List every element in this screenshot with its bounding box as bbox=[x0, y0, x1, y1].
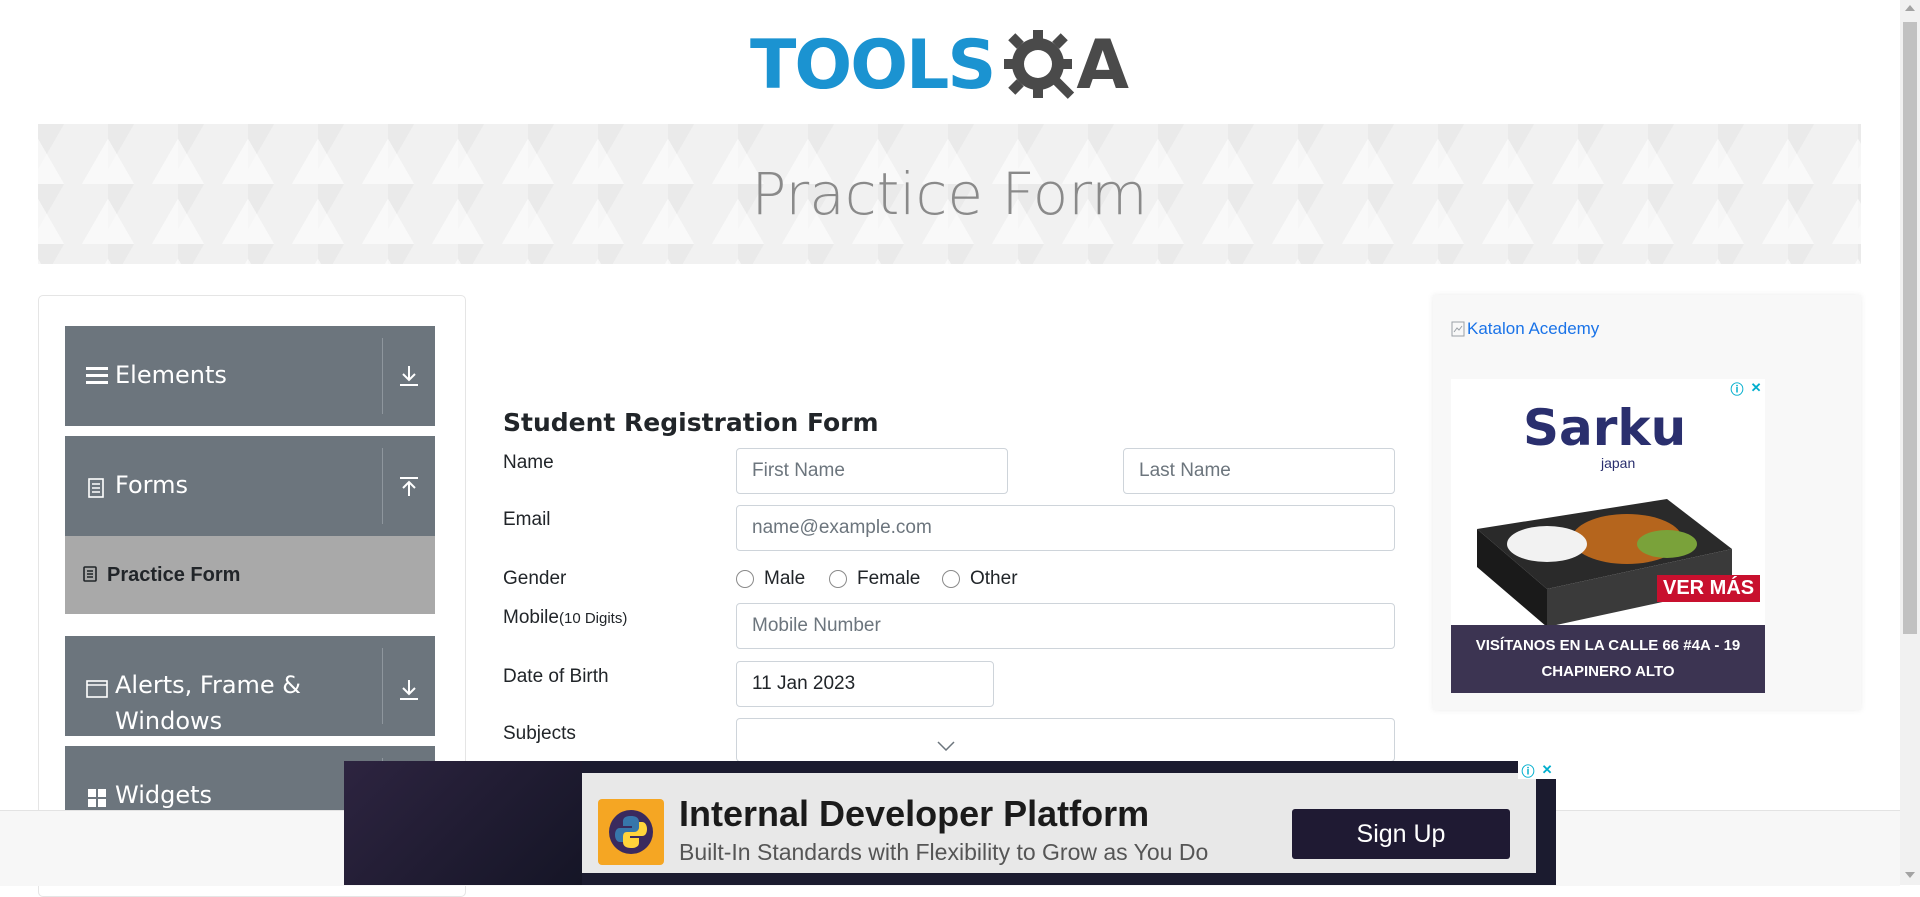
window-icon bbox=[86, 680, 108, 698]
divider bbox=[382, 648, 383, 724]
ad-choices[interactable]: ⓘ ✕ bbox=[1518, 761, 1556, 779]
subjects-label: Subjects bbox=[503, 723, 576, 744]
mobile-label: Mobile(10 Digits) bbox=[503, 607, 627, 629]
sarku-brand-sub: japan bbox=[1601, 455, 1636, 471]
radio-label: Male bbox=[764, 568, 806, 589]
chevron-down-icon bbox=[937, 741, 955, 751]
form-icon bbox=[83, 566, 97, 582]
dob-label: Date of Birth bbox=[503, 666, 609, 687]
katalon-ad-alt: Katalon Acedemy bbox=[1467, 319, 1600, 338]
email-input[interactable] bbox=[736, 505, 1395, 551]
first-name-input[interactable] bbox=[736, 448, 1008, 494]
ad-info-icon[interactable]: ⓘ bbox=[1522, 761, 1535, 780]
ad-close-icon[interactable]: ✕ bbox=[1751, 380, 1762, 396]
form-title: Student Registration Form bbox=[503, 408, 879, 437]
sidebar-group-elements[interactable]: Elements bbox=[65, 326, 435, 426]
python-icon bbox=[609, 810, 653, 854]
sarku-ad-bottom bbox=[1451, 625, 1765, 693]
page-scrollbar[interactable] bbox=[1900, 0, 1920, 885]
bottom-ad-subtitle: Built-In Standards with Flexibility to G… bbox=[679, 839, 1209, 865]
sidebar-item-label: Practice Form bbox=[107, 564, 241, 586]
radio-circle bbox=[829, 570, 847, 588]
scroll-down-arrow-icon[interactable] bbox=[1905, 872, 1915, 878]
upload-arrow-icon bbox=[400, 477, 418, 496]
radio-label: Other bbox=[970, 568, 1018, 589]
last-name-input[interactable] bbox=[1123, 448, 1395, 494]
download-arrow-icon bbox=[400, 680, 418, 700]
gender-radio-female[interactable]: Female bbox=[829, 568, 920, 590]
ad-background-image bbox=[344, 761, 582, 885]
sidebar-group-label: Alerts, Frame & bbox=[115, 671, 302, 699]
logo-text-right: A bbox=[1076, 26, 1129, 105]
gender-label: Gender bbox=[503, 568, 567, 589]
gender-radio-male[interactable]: Male bbox=[736, 568, 805, 590]
sarku-brand: Sarku bbox=[1523, 399, 1687, 457]
ad-choices[interactable]: ⓘ ✕ bbox=[1727, 379, 1765, 397]
mobile-label-text: Mobile bbox=[503, 607, 559, 628]
name-label: Name bbox=[503, 452, 554, 473]
sarku-address-line2: CHAPINERO ALTO bbox=[1541, 663, 1675, 680]
ad-info-icon[interactable]: ⓘ bbox=[1731, 379, 1744, 398]
sidebar-group-label-line2: Windows bbox=[115, 707, 223, 735]
mobile-hint: (10 Digits) bbox=[558, 610, 628, 627]
menu-icon bbox=[86, 367, 108, 384]
download-arrow-icon bbox=[400, 366, 418, 386]
python-logo-tile bbox=[598, 799, 664, 865]
bottom-ad[interactable]: Internal Developer Platform Built-In Sta… bbox=[344, 761, 1556, 885]
toolsqa-logo[interactable]: TOOLS A bbox=[750, 18, 1129, 113]
sidebar-item-practice-form[interactable]: Practice Form bbox=[65, 536, 435, 614]
bottom-ad-title: Internal Developer Platform bbox=[679, 793, 1150, 834]
sarku-cta[interactable]: VER MÁS bbox=[1657, 575, 1761, 602]
page-title: Practice Form bbox=[751, 160, 1148, 228]
document-icon bbox=[88, 478, 104, 498]
sidebar-group-alerts[interactable]: Alerts, Frame & Windows bbox=[65, 636, 435, 736]
mobile-input[interactable] bbox=[736, 603, 1395, 649]
scrollbar-thumb[interactable] bbox=[1903, 22, 1917, 634]
subjects-input[interactable] bbox=[736, 718, 1395, 762]
radio-circle bbox=[942, 570, 960, 588]
sidebar-group-label: Elements bbox=[115, 361, 227, 389]
gear-magnifier-icon bbox=[1004, 29, 1075, 99]
sarku-ad[interactable]: Sarku japan VER MÁS VISÍTANOS EN LA CALL… bbox=[1451, 379, 1765, 693]
food-box-image bbox=[1477, 499, 1732, 627]
broken-image-icon bbox=[1451, 321, 1465, 337]
katalon-ad-link[interactable]: Katalon Acedemy bbox=[1451, 319, 1599, 339]
sidebar-group-forms[interactable]: Forms bbox=[65, 436, 435, 536]
divider bbox=[382, 338, 383, 414]
ad-close-icon[interactable]: ✕ bbox=[1542, 762, 1553, 778]
sarku-address-line1: VISÍTANOS EN LA CALLE 66 #4A - 19 bbox=[1475, 637, 1741, 654]
scroll-up-arrow-icon[interactable] bbox=[1905, 5, 1915, 11]
sign-up-button[interactable]: Sign Up bbox=[1292, 809, 1510, 859]
dob-input[interactable] bbox=[736, 661, 994, 707]
right-ad-column: Katalon Acedemy Sarku japan VER MÁS VISÍ… bbox=[1433, 295, 1861, 710]
bottom-ad-panel: Internal Developer Platform Built-In Sta… bbox=[582, 773, 1536, 873]
radio-label: Female bbox=[857, 568, 921, 589]
logo-text-left: TOOLS bbox=[750, 26, 996, 105]
sidebar-group-label: Widgets bbox=[115, 781, 213, 809]
divider bbox=[382, 448, 383, 524]
sidebar-group-label: Forms bbox=[115, 471, 188, 499]
radio-circle bbox=[736, 570, 754, 588]
gender-radio-other[interactable]: Other bbox=[942, 568, 1018, 590]
widgets-icon bbox=[88, 789, 106, 807]
page-banner: Practice Form bbox=[38, 124, 1861, 264]
email-label: Email bbox=[503, 509, 551, 530]
